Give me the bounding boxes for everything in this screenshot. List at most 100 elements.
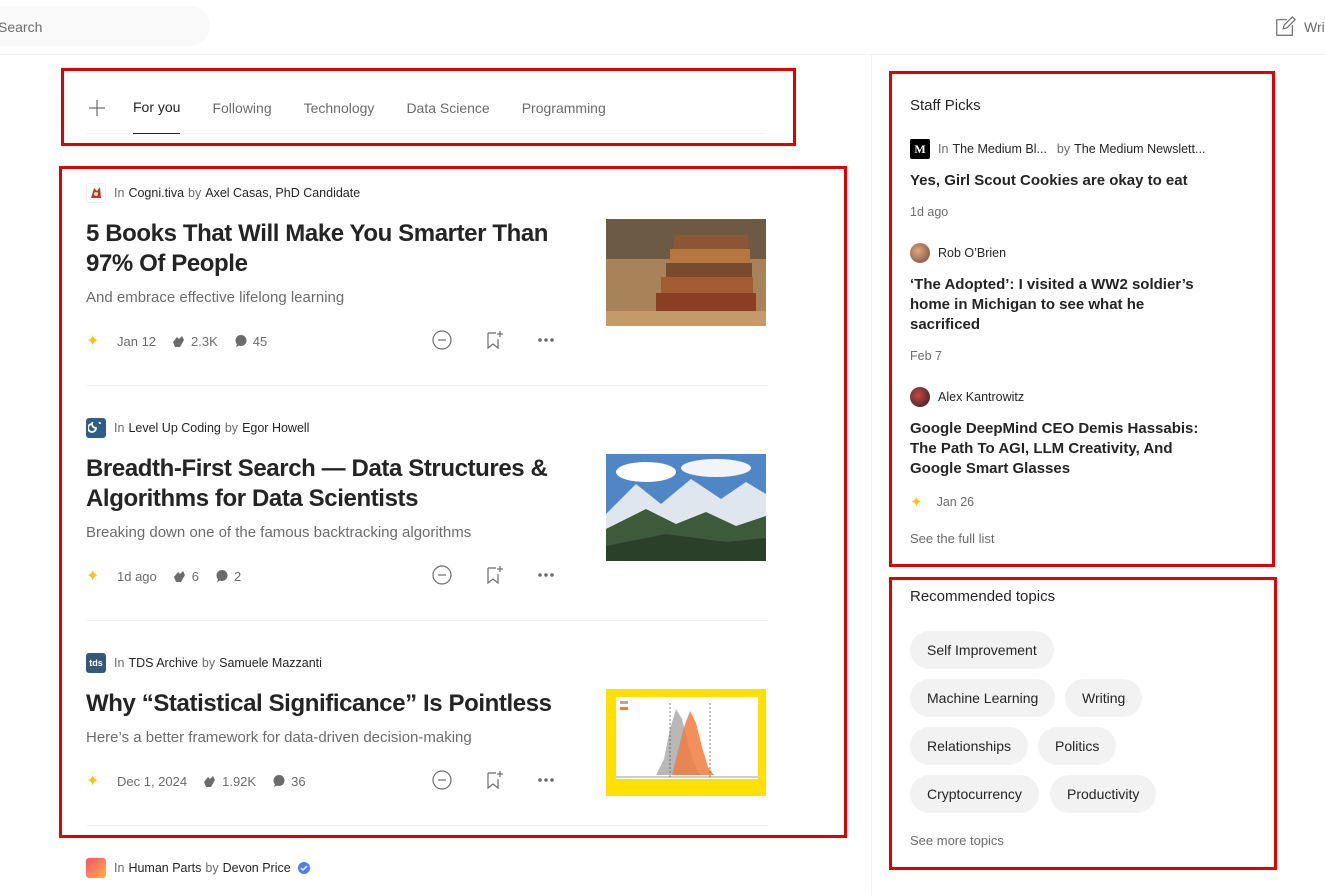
topic-chip[interactable]: Cryptocurrency: [910, 775, 1039, 813]
by-label: by: [201, 656, 216, 670]
author-name[interactable]: Devon Price: [223, 861, 291, 875]
tab-technology[interactable]: Technology: [304, 82, 375, 134]
publication-name[interactable]: The Medium Bl...: [952, 142, 1046, 156]
clap-icon: [173, 571, 185, 582]
author-name[interactable]: Rob O’Brien: [938, 246, 1006, 260]
article-subtitle[interactable]: And embrace effective lifelong learning: [86, 289, 556, 306]
member-star-icon: ✦: [86, 568, 100, 585]
see-full-list-link[interactable]: See the full list: [910, 531, 995, 546]
member-star-icon: ✦: [86, 333, 100, 350]
pick-date: 1d ago: [910, 205, 949, 219]
article-card[interactable]: tds In TDS Archive by Samuele Mazzanti W…: [86, 653, 768, 826]
publish-date: Dec 1, 2024: [117, 773, 188, 789]
by-label: by: [224, 421, 239, 435]
search-box[interactable]: [0, 6, 210, 46]
responses-count[interactable]: 2: [215, 569, 241, 584]
write-button[interactable]: Write: [1274, 15, 1325, 39]
in-label: In: [114, 656, 125, 670]
topic-chip[interactable]: Writing: [1065, 679, 1143, 717]
article-card[interactable]: In Cogni.tiva by Axel Casas, PhD Candida…: [86, 183, 768, 386]
show-less-icon[interactable]: [431, 564, 453, 586]
author-name[interactable]: The Medium Newslett...: [1074, 142, 1205, 156]
article-meta: tds In TDS Archive by Samuele Mazzanti: [86, 653, 768, 673]
topic-chip[interactable]: Machine Learning: [910, 679, 1056, 717]
publication-name[interactable]: Level Up Coding: [128, 421, 220, 435]
avatar[interactable]: [910, 243, 930, 263]
plus-icon[interactable]: [86, 97, 108, 119]
more-options-icon[interactable]: [535, 329, 557, 351]
by-label: by: [188, 186, 202, 200]
in-label: In: [938, 142, 949, 156]
publication-name[interactable]: Cogni.tiva: [128, 186, 184, 200]
author-name[interactable]: Egor Howell: [242, 421, 309, 435]
staff-pick-item[interactable]: M In The Medium Bl... by The Medium News…: [910, 139, 1230, 219]
show-less-icon[interactable]: [431, 769, 453, 791]
article-title[interactable]: 5 Books That Will Make You Smarter Than …: [86, 219, 556, 279]
topic-chip[interactable]: Productivity: [1050, 775, 1157, 813]
article-thumbnail-mountains[interactable]: [606, 454, 766, 561]
recommended-topics: Recommended topics Self Improvement Mach…: [910, 588, 1250, 858]
member-star-icon: ✦: [910, 494, 923, 511]
author-name[interactable]: Alex Kantrowitz: [938, 390, 1024, 404]
article-actions: [431, 769, 557, 791]
pick-date-row: ✦ Jan 26: [910, 493, 1230, 511]
publication-logo[interactable]: [86, 858, 106, 878]
sidebar-divider: [871, 55, 872, 895]
publication-name[interactable]: TDS Archive: [128, 656, 197, 670]
avatar[interactable]: [910, 387, 930, 407]
tab-following[interactable]: Following: [212, 82, 271, 134]
staff-pick-item[interactable]: Alex Kantrowitz Google DeepMind CEO Demi…: [910, 387, 1230, 511]
claps-count[interactable]: 6: [171, 568, 199, 584]
publication-name[interactable]: Human Parts: [128, 861, 201, 875]
publication-logo[interactable]: [86, 183, 106, 203]
article-thumbnail-histogram[interactable]: [606, 689, 766, 796]
article-thumbnail-books[interactable]: [606, 219, 766, 326]
pick-meta: Alex Kantrowitz: [910, 387, 1230, 407]
staff-picks-title: Staff Picks: [910, 97, 981, 114]
in-label: In: [114, 186, 125, 200]
article-meta: In Cogni.tiva by Axel Casas, PhD Candida…: [86, 183, 768, 203]
pick-title[interactable]: Google DeepMind CEO Demis Hassabis: The …: [910, 419, 1210, 479]
article-card[interactable]: In Level Up Coding by Egor Howell Breadt…: [86, 418, 768, 621]
search-input[interactable]: [0, 19, 178, 35]
claps-count[interactable]: 2.3K: [170, 333, 218, 349]
tab-for-you[interactable]: For you: [133, 82, 181, 134]
tab-programming[interactable]: Programming: [522, 82, 606, 134]
more-options-icon[interactable]: [535, 769, 557, 791]
author-name[interactable]: Axel Casas, PhD Candidate: [205, 186, 360, 200]
pick-date: Jan 26: [936, 495, 975, 509]
recommended-topics-title: Recommended topics: [910, 588, 1056, 605]
more-options-icon[interactable]: [535, 564, 557, 586]
staff-pick-item[interactable]: Rob O’Brien ‘The Adopted’: I visited a W…: [910, 243, 1230, 363]
pick-title[interactable]: ‘The Adopted’: I visited a WW2 soldier’s…: [910, 275, 1210, 335]
by-label: by: [205, 861, 219, 875]
pick-title[interactable]: Yes, Girl Scout Cookies are okay to eat: [910, 171, 1210, 191]
article-title[interactable]: Breadth-First Search — Data Structures &…: [86, 454, 556, 514]
member-star-icon: ✦: [86, 773, 100, 790]
clap-icon: [173, 336, 185, 347]
bookmark-add-icon[interactable]: [483, 564, 505, 586]
comment-icon: [273, 775, 285, 787]
responses-count[interactable]: 36: [272, 774, 306, 789]
author-name[interactable]: Samuele Mazzanti: [219, 656, 322, 670]
article-subtitle[interactable]: Here’s a better framework for data-drive…: [86, 729, 556, 746]
topic-chip[interactable]: Relationships: [910, 727, 1029, 765]
tab-data-science[interactable]: Data Science: [406, 82, 489, 134]
pick-meta: Rob O’Brien: [910, 243, 1230, 263]
article-meta: In Level Up Coding by Egor Howell: [86, 418, 768, 438]
article-footer: ✦ Jan 12 2.3K 45: [86, 329, 556, 353]
claps-count[interactable]: 1.92K: [201, 773, 256, 789]
article-subtitle[interactable]: Breaking down one of the famous backtrac…: [86, 524, 556, 541]
comment-icon: [235, 335, 247, 347]
article-title[interactable]: Why “Statistical Significance” Is Pointl…: [86, 689, 566, 719]
publication-logo[interactable]: tds: [86, 653, 106, 673]
bookmark-add-icon[interactable]: [483, 769, 505, 791]
show-less-icon[interactable]: [431, 329, 453, 351]
see-more-topics-link[interactable]: See more topics: [910, 833, 1004, 848]
topic-chip[interactable]: Self Improvement: [910, 631, 1054, 669]
bookmark-add-icon[interactable]: [483, 329, 505, 351]
topic-chip[interactable]: Politics: [1038, 727, 1117, 765]
publication-logo[interactable]: [86, 418, 106, 438]
responses-count[interactable]: 45: [234, 334, 267, 349]
publication-logo[interactable]: M: [910, 139, 930, 159]
